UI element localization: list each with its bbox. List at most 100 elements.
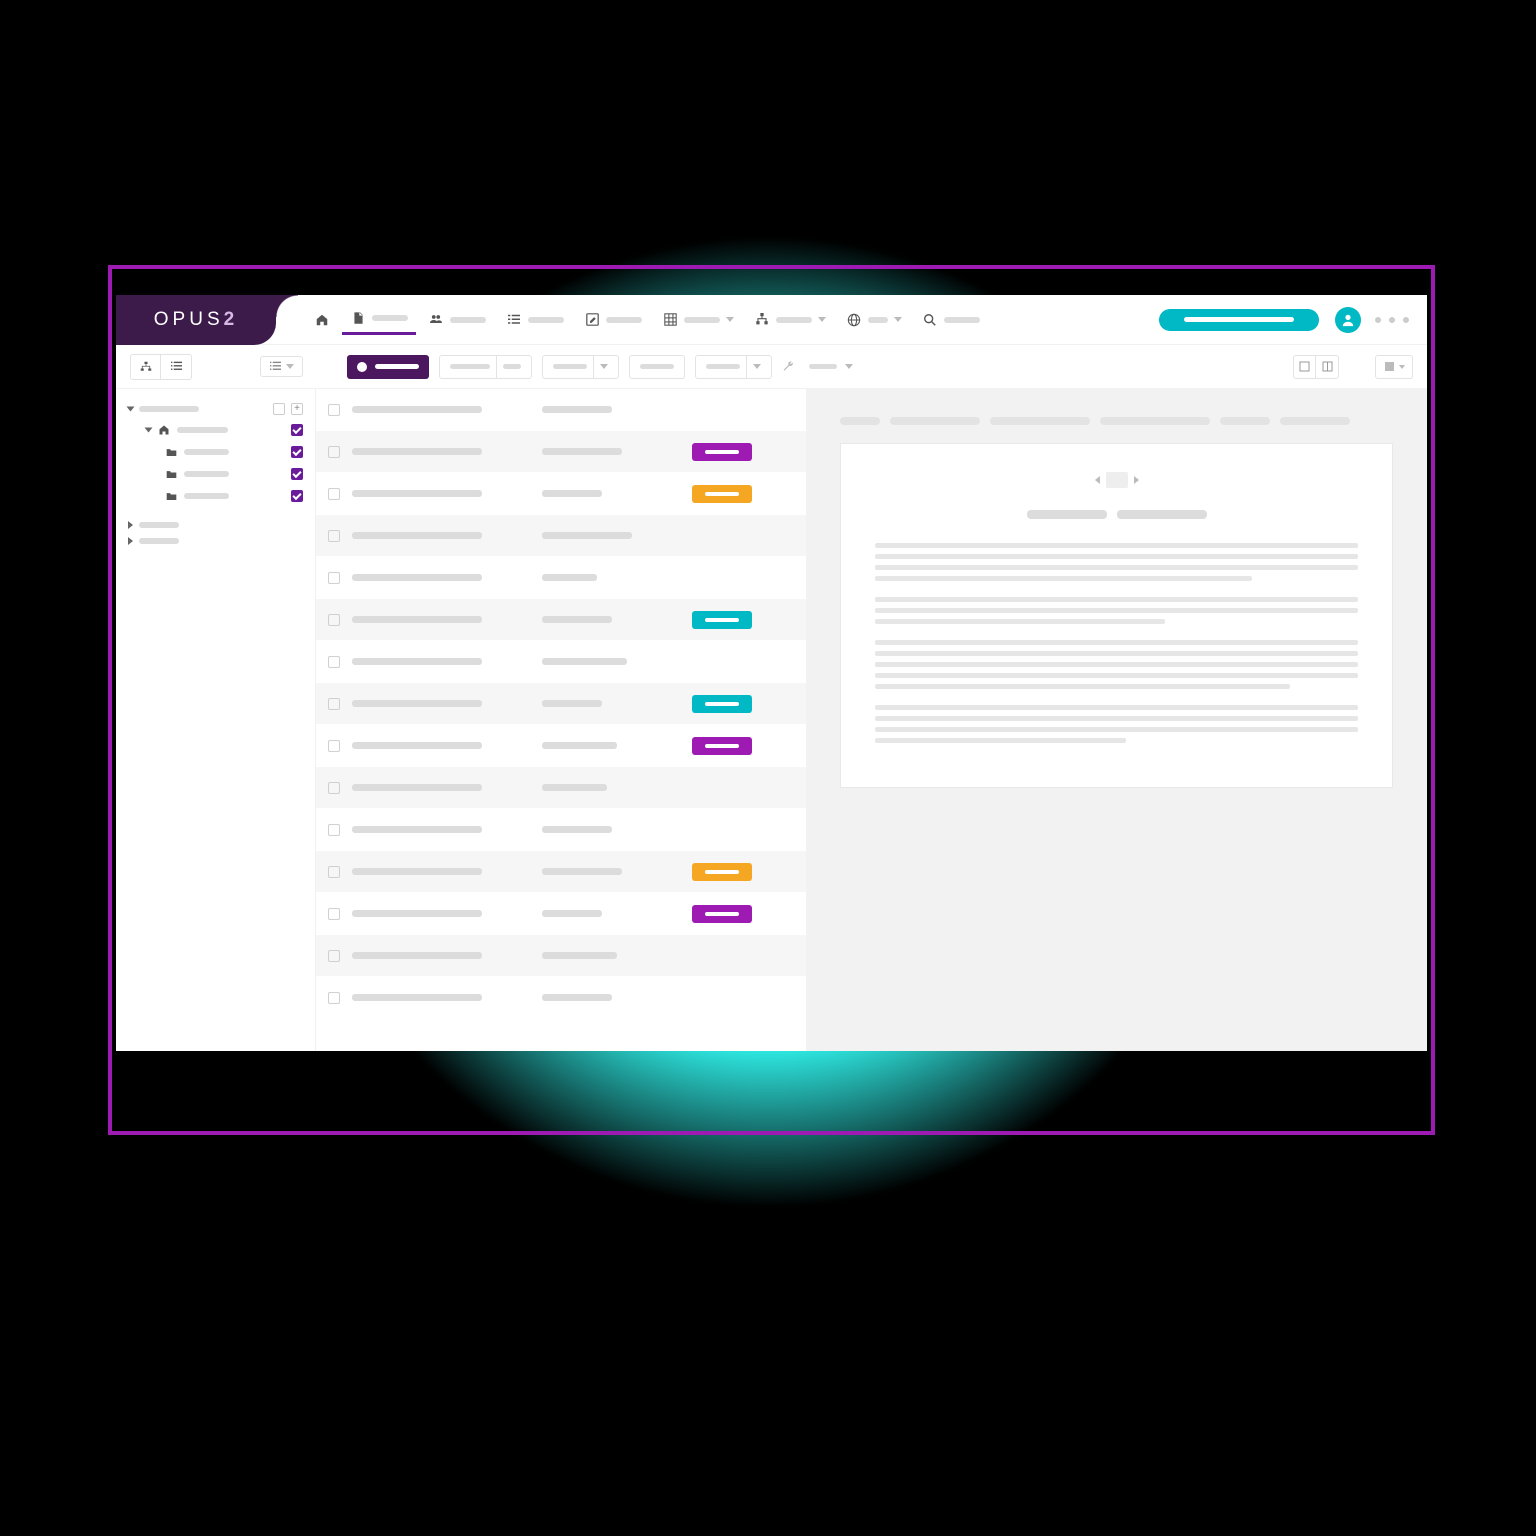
add-folder-button[interactable]: +	[291, 403, 303, 415]
preview-tab[interactable]	[840, 417, 880, 425]
row-cell-1	[352, 910, 542, 917]
tree-collapsed-node[interactable]	[128, 533, 303, 549]
folder-icon	[164, 445, 178, 459]
table-row[interactable]	[316, 473, 806, 515]
table-row[interactable]	[316, 389, 806, 431]
nav-search[interactable]	[914, 306, 988, 334]
chevron-down-icon	[127, 407, 135, 412]
view-list-button[interactable]	[161, 355, 191, 379]
tree-label	[177, 427, 228, 433]
brand-logo[interactable]: OPUS2	[116, 295, 276, 345]
row-checkbox[interactable]	[316, 824, 352, 836]
text-line	[875, 576, 1252, 581]
preview-tab[interactable]	[1220, 417, 1270, 425]
table-row[interactable]	[316, 809, 806, 851]
nav-globe[interactable]	[838, 306, 910, 334]
page-indicator[interactable]	[1106, 472, 1128, 488]
tree-folder[interactable]	[128, 441, 303, 463]
table-row[interactable]	[316, 851, 806, 893]
row-cell-2	[542, 658, 692, 665]
row-checkbox[interactable]	[316, 614, 352, 626]
row-checkbox[interactable]	[316, 698, 352, 710]
tree-folder[interactable]	[128, 463, 303, 485]
row-checkbox[interactable]	[316, 782, 352, 794]
table-row[interactable]	[316, 893, 806, 935]
view-tree-button[interactable]	[131, 355, 161, 379]
layout-single-button[interactable]	[1294, 356, 1316, 378]
nav-documents[interactable]	[342, 304, 416, 335]
row-cell-2	[542, 826, 692, 833]
table-row[interactable]	[316, 599, 806, 641]
next-page-button[interactable]	[1134, 476, 1139, 484]
row-cell-1	[352, 784, 542, 791]
wrench-icon[interactable]	[782, 360, 795, 373]
row-checkbox[interactable]	[316, 908, 352, 920]
layout-split-button[interactable]	[1316, 356, 1338, 378]
tree-folder[interactable]	[128, 485, 303, 507]
status-tag	[692, 863, 752, 881]
tree-checkbox[interactable]	[291, 446, 303, 458]
row-checkbox[interactable]	[316, 656, 352, 668]
table-row[interactable]	[316, 683, 806, 725]
filter-pill-3[interactable]	[629, 355, 685, 379]
tree-checkbox[interactable]	[291, 468, 303, 480]
filter-pill-4[interactable]	[695, 355, 772, 379]
table-row[interactable]	[316, 431, 806, 473]
table-row[interactable]	[316, 767, 806, 809]
text-line	[875, 619, 1165, 624]
nav-sitemap[interactable]	[746, 306, 834, 334]
row-checkbox[interactable]	[316, 572, 352, 584]
tree-checkbox[interactable]	[291, 424, 303, 436]
row-checkbox[interactable]	[316, 992, 352, 1004]
table-row[interactable]	[316, 935, 806, 977]
row-checkbox[interactable]	[316, 950, 352, 962]
preview-tab[interactable]	[990, 417, 1090, 425]
row-checkbox[interactable]	[316, 404, 352, 416]
nav-grid[interactable]	[654, 306, 742, 334]
chevron-down-icon	[600, 364, 608, 369]
list-sort-dropdown[interactable]	[260, 356, 303, 377]
paragraph	[875, 640, 1358, 689]
nav-label	[450, 317, 486, 323]
tree-home[interactable]	[128, 419, 303, 441]
more-menu[interactable]	[1375, 317, 1409, 323]
row-checkbox[interactable]	[316, 866, 352, 878]
preview-tab[interactable]	[1100, 417, 1210, 425]
table-row[interactable]	[316, 977, 806, 1019]
text-line	[875, 716, 1358, 721]
row-checkbox[interactable]	[316, 446, 352, 458]
tree-checkbox[interactable]	[291, 490, 303, 502]
table-row[interactable]	[316, 557, 806, 599]
nav-label	[372, 315, 408, 321]
row-checkbox[interactable]	[316, 740, 352, 752]
dot-icon	[1389, 317, 1395, 323]
view-options-dropdown[interactable]	[1375, 355, 1413, 379]
filter-primary-pill[interactable]	[347, 355, 429, 379]
user-avatar[interactable]	[1335, 307, 1361, 333]
filter-pill-1[interactable]	[439, 355, 532, 379]
table-row[interactable]	[316, 725, 806, 767]
settings-dropdown[interactable]	[805, 355, 857, 379]
paragraph	[875, 597, 1358, 624]
nav-people[interactable]	[420, 306, 494, 334]
table-row[interactable]	[316, 515, 806, 557]
sitemap-icon	[139, 361, 153, 373]
primary-cta-button[interactable]	[1159, 309, 1319, 331]
status-tag	[692, 485, 752, 503]
preview-tab[interactable]	[1280, 417, 1350, 425]
nav-label	[528, 317, 564, 323]
nav-list[interactable]	[498, 306, 572, 334]
preview-tab[interactable]	[890, 417, 980, 425]
nav-edit[interactable]	[576, 306, 650, 334]
collapse-all-button[interactable]	[273, 403, 285, 415]
tree-collapsed-node[interactable]	[128, 517, 303, 533]
tree-root[interactable]: +	[128, 399, 303, 419]
text-line	[875, 565, 1358, 570]
row-checkbox[interactable]	[316, 530, 352, 542]
table-row[interactable]	[316, 641, 806, 683]
chevron-right-icon	[128, 537, 133, 545]
row-checkbox[interactable]	[316, 488, 352, 500]
filter-pill-2[interactable]	[542, 355, 619, 379]
nav-home[interactable]	[306, 306, 338, 334]
prev-page-button[interactable]	[1095, 476, 1100, 484]
